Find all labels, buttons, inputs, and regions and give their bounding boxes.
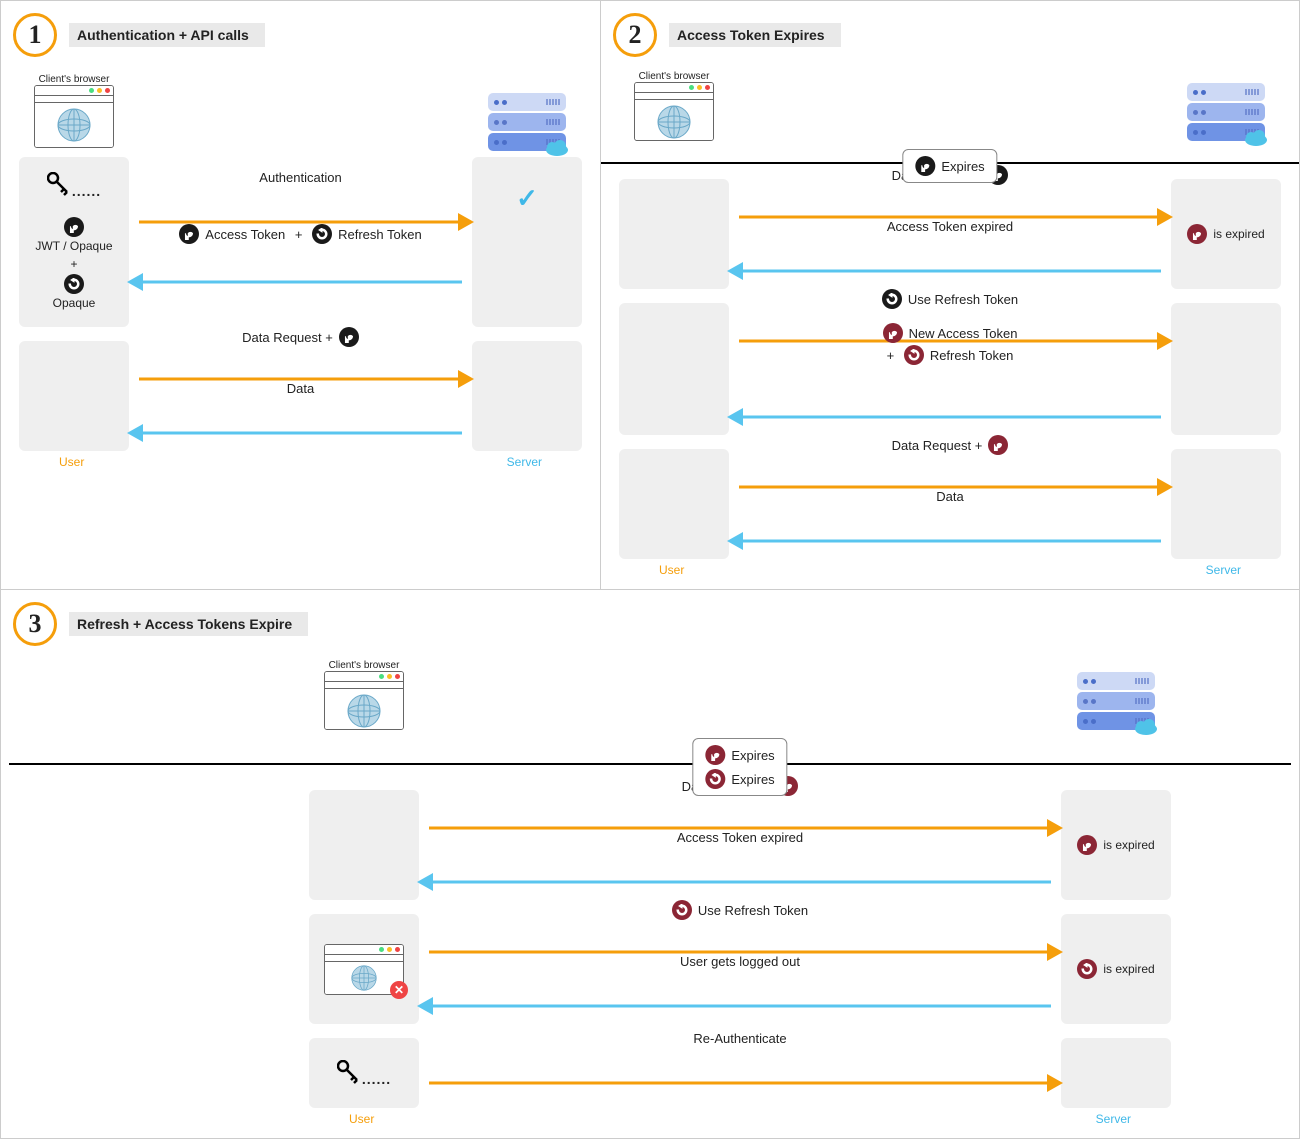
panel-number-1: 1 [13,13,57,57]
panel-number-2: 2 [613,13,657,57]
client-browser-label: Client's browser [639,71,710,82]
plus-sep: + [291,227,306,242]
access-token-expired-icon [1187,224,1207,244]
new-access-token-icon [883,323,903,343]
expires-callout: Expires [902,149,997,183]
key-icon: ...... [337,1060,391,1087]
user-caption: User [349,1112,374,1126]
opaque-label: Opaque [53,296,96,312]
refresh-token-expired-icon [1077,959,1097,979]
access-token-text: Access Token [205,227,285,242]
refresh-token-icon [672,900,692,920]
key-icon: ...... [47,172,101,199]
panel-both-tokens-expire: 3 Refresh + Access Tokens Expire Client'… [0,590,1300,1139]
server-icon [488,93,566,151]
new-access-token-label: New Access Token [909,326,1018,341]
server-access-token-expired-status: is expired [1077,835,1154,855]
user-caption: User [59,455,84,469]
server-lane [472,65,582,157]
access-token-expired-icon [705,745,725,765]
data-request-label: Data Request + [242,330,333,345]
arrow-tokens-return [129,272,472,292]
access-token-expired-label: Access Token expired [677,830,803,845]
refresh-token-expired-icon [705,769,725,789]
server-icon [1187,83,1265,141]
server-caption: Server [1206,563,1241,577]
panel-access-token-expires: 2 Access Token Expires Client's browser [600,0,1300,590]
arrow-new-tokens [729,407,1171,427]
server-icon [1077,672,1155,730]
access-token-expired-label: Access Token expired [887,219,1013,234]
access-token-expired-icon [1077,835,1097,855]
data-label: Data [936,489,963,504]
panel-title-1: Authentication + API calls [69,23,265,47]
use-refresh-token-label: Use Refresh Token [908,292,1018,307]
panel-auth-api-calls: 1 Authentication + API calls Client's br… [0,0,600,590]
arrow-logged-out [419,996,1061,1016]
use-refresh-token-label: Use Refresh Token [698,903,808,918]
client-browser-label: Client's browser [39,74,110,85]
error-badge-icon: ✕ [390,981,408,999]
re-authenticate-label: Re-Authenticate [693,1031,786,1046]
user-caption: User [659,563,684,577]
browser-logged-out-icon: ✕ [324,944,404,995]
data-request-label: Data Request + [892,438,983,453]
server-caption: Server [1096,1112,1131,1126]
checkmark-icon: ✓ [516,183,538,214]
browser-icon [634,82,714,141]
expires-label: Expires [731,772,774,787]
panel-number-3: 3 [13,602,57,646]
user-logged-out-label: User gets logged out [680,954,800,969]
user-lane: Client's browser [19,65,129,157]
expires-label: Expires [731,748,774,763]
arrow-token-expired-response [729,261,1171,281]
expires-callout: Expires Expires [692,738,787,796]
browser-icon [324,671,404,730]
access-token-icon [64,217,84,237]
refresh-token-icon [882,289,902,309]
arrow-token-expired-response [419,872,1061,892]
arrow-re-authenticate [419,1073,1061,1093]
expires-divider [9,763,1291,765]
access-token-icon [915,156,935,176]
refresh-token-label: Refresh Token [930,348,1014,363]
arrow-label-authentication: Authentication [259,170,341,185]
plus-label: + [70,257,77,273]
access-token-icon [339,327,359,347]
panel-title-2: Access Token Expires [669,23,841,47]
data-label: Data [287,381,314,396]
arrow-data-return [129,423,472,443]
access-token-icon [988,435,1008,455]
client-browser-label: Client's browser [329,660,400,671]
refresh-token-icon [312,224,332,244]
refresh-token-icon [64,274,84,294]
server-caption: Server [507,455,542,469]
browser-icon [34,85,114,148]
new-refresh-token-icon [904,345,924,365]
jwt-opaque-label: JWT / Opaque [35,239,112,255]
access-token-icon [179,224,199,244]
arrow-data-return [729,531,1171,551]
expires-label: Expires [941,159,984,174]
server-refresh-token-expired-status: is expired [1077,959,1154,979]
server-token-expired-status: is expired [1187,224,1264,244]
refresh-token-text: Refresh Token [338,227,422,242]
panel-title-3: Refresh + Access Tokens Expire [69,612,308,636]
